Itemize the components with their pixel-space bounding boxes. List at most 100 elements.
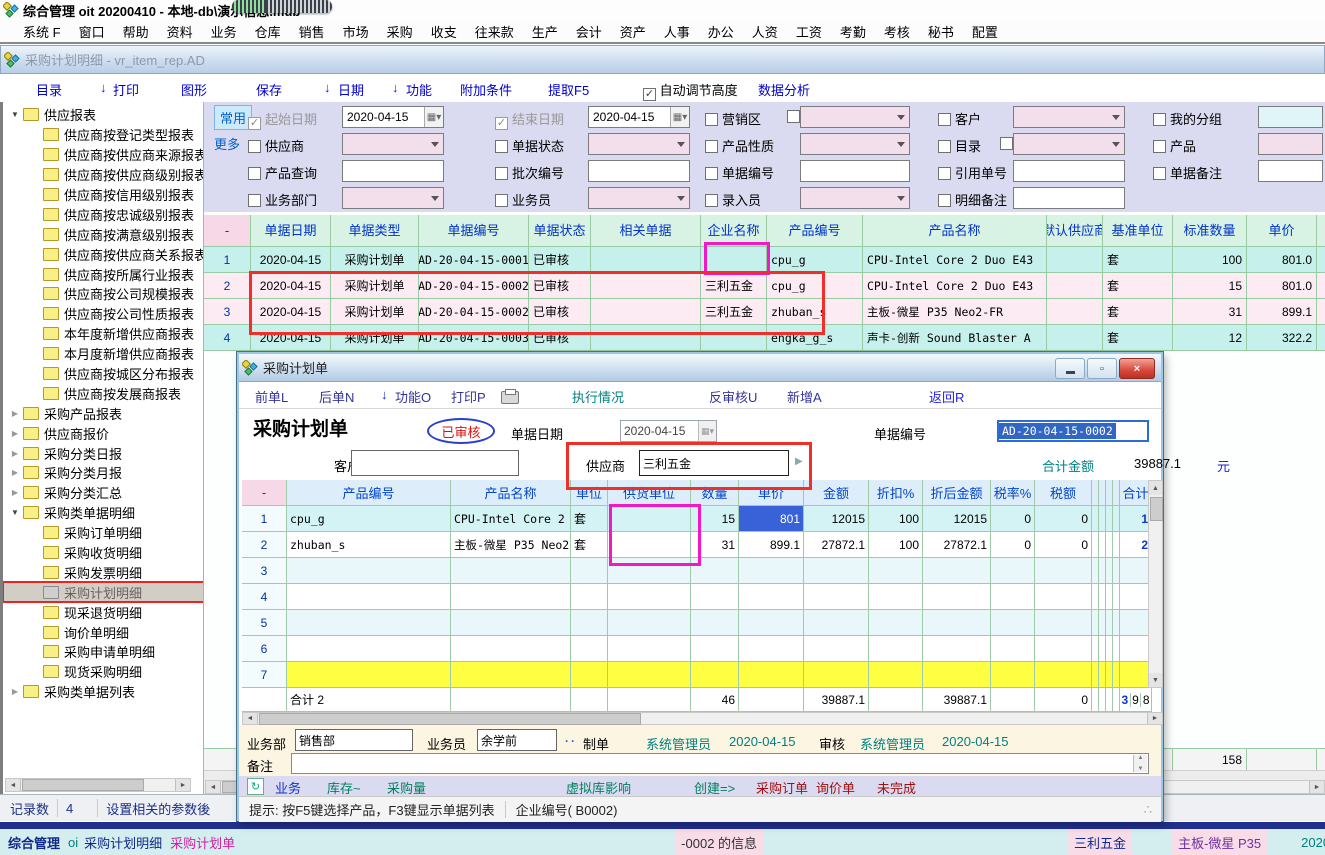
grid-cell[interactable] — [923, 610, 991, 636]
grid-cell[interactable]: 0 — [1035, 506, 1092, 532]
grid-cell[interactable] — [1317, 325, 1325, 351]
filter-checkbox[interactable] — [938, 194, 951, 207]
grid-cell[interactable] — [691, 584, 739, 610]
grid-cell[interactable] — [451, 584, 571, 610]
scroll-up-icon[interactable]: ▲ — [1149, 481, 1162, 495]
grid-cell[interactable]: 声卡-创新 Sound Blaster A — [863, 325, 1047, 351]
grid-cell[interactable] — [991, 558, 1035, 584]
date-button[interactable]: 日期 — [338, 80, 364, 99]
grid-cell[interactable]: 12015 — [923, 506, 991, 532]
inquiry-link[interactable]: 询价单 — [816, 778, 855, 797]
grid-cell[interactable]: 套 — [1103, 299, 1173, 325]
func-button[interactable]: 功能O — [395, 387, 431, 406]
dialog-vscrollbar[interactable]: ▲▼ — [1148, 480, 1163, 688]
grid-cell[interactable] — [287, 662, 451, 688]
grid-cell[interactable] — [591, 325, 701, 351]
column-header[interactable] — [1113, 480, 1120, 506]
tree-hscrollbar-thumb[interactable] — [22, 779, 144, 791]
taskbar-app[interactable]: 综合管理 — [8, 833, 60, 852]
grid-cell[interactable] — [739, 584, 804, 610]
grid-cell[interactable]: 已审核 — [529, 325, 591, 351]
grid-cell[interactable] — [1092, 532, 1099, 558]
scroll-down-icon[interactable]: ▼ — [1149, 673, 1162, 687]
grid-cell[interactable] — [571, 636, 608, 662]
tab-common[interactable]: 常用 — [214, 105, 252, 130]
auto-height-checkbox[interactable]: ✓ 自动调节高度 — [643, 80, 738, 101]
column-header[interactable] — [1106, 480, 1113, 506]
column-header[interactable]: 单据日期 — [251, 215, 331, 247]
column-header[interactable]: 数量 — [691, 480, 739, 506]
tree-item[interactable]: ▼供应报表 — [3, 105, 203, 125]
menu-item[interactable]: 市场 — [334, 22, 378, 41]
grid-cell[interactable] — [1035, 610, 1092, 636]
column-header[interactable] — [1317, 215, 1325, 247]
doc-date-field[interactable]: 2020-04-15 ▦▾ — [620, 420, 717, 442]
column-header[interactable]: 供货单位 — [608, 480, 691, 506]
grid-cell[interactable]: 4 — [242, 584, 287, 610]
filter-field-customer[interactable] — [1013, 106, 1125, 128]
menu-item[interactable]: 考核 — [875, 22, 919, 41]
filter-checkbox[interactable]: ✓ — [495, 117, 508, 130]
grid-cell[interactable] — [1106, 506, 1113, 532]
filter-field-my-group[interactable] — [1258, 106, 1323, 128]
filter-checkbox[interactable] — [705, 113, 718, 126]
tree-item[interactable]: 供应商按满意级别报表 — [3, 224, 203, 244]
grid-cell[interactable] — [1092, 610, 1099, 636]
grid-cell[interactable] — [701, 325, 767, 351]
grid-cell[interactable]: AD-20-04-15-0002 — [419, 273, 529, 299]
grid-cell[interactable]: AD-20-04-15-0003 — [419, 325, 529, 351]
column-header[interactable] — [1099, 480, 1106, 506]
tree-item[interactable]: 供应商按所属行业报表 — [3, 264, 203, 284]
chevron-down-icon[interactable] — [893, 188, 909, 208]
grid-cell[interactable] — [571, 558, 608, 584]
grid-cell[interactable] — [691, 558, 739, 584]
grid-cell[interactable] — [571, 584, 608, 610]
column-header[interactable]: 基准单位 — [1103, 215, 1173, 247]
tree-item[interactable]: ▶采购分类月报 — [3, 463, 203, 483]
menu-item[interactable]: 资产 — [611, 22, 655, 41]
menu-item[interactable]: 窗口 — [70, 22, 114, 41]
filter-field-catalog[interactable] — [1013, 133, 1125, 155]
column-header[interactable]: 单价 — [1247, 215, 1317, 247]
close-button[interactable]: × — [1119, 358, 1155, 379]
grid-cell[interactable]: 2020-04-15 — [251, 325, 331, 351]
tree-item[interactable]: 采购申请单明细 — [3, 642, 203, 662]
tree-item[interactable]: 本月度新增供应商报表 — [3, 344, 203, 364]
grid-cell[interactable] — [739, 558, 804, 584]
filter-field-product[interactable] — [1258, 133, 1323, 155]
grid-cell[interactable]: 801.0 — [1247, 247, 1317, 273]
grid-cell[interactable] — [1047, 273, 1103, 299]
column-header[interactable]: 单据编号 — [419, 215, 529, 247]
grid-cell[interactable] — [1106, 610, 1113, 636]
menu-item[interactable]: 工资 — [787, 22, 831, 41]
menu-item[interactable]: 系统 F — [14, 22, 70, 41]
grid-cell[interactable]: 5 — [242, 610, 287, 636]
filter-field-doc-no[interactable] — [800, 160, 910, 182]
grid-cell[interactable] — [923, 584, 991, 610]
grid-cell[interactable]: 套 — [1103, 273, 1173, 299]
grid-cell[interactable] — [451, 662, 571, 688]
menu-item[interactable]: 人事 — [655, 22, 699, 41]
grid-cell[interactable] — [991, 584, 1035, 610]
grid-cell[interactable]: 100 — [869, 506, 923, 532]
exec-status-button[interactable]: 执行情况 — [572, 387, 624, 406]
filter-field-dept[interactable] — [342, 187, 444, 209]
next-doc-button[interactable]: 后单N — [319, 387, 354, 406]
column-header[interactable]: 产品名称 — [451, 480, 571, 506]
grid-cell[interactable] — [804, 584, 869, 610]
filter-checkbox[interactable] — [248, 140, 261, 153]
scroll-right-icon[interactable]: ► — [1147, 713, 1162, 724]
tree-hscrollbar[interactable]: ◄ ► — [5, 778, 191, 792]
scroll-left-icon[interactable]: ◄ — [243, 713, 258, 724]
filter-extra-checkbox[interactable] — [1000, 137, 1013, 150]
printer-icon[interactable] — [501, 391, 519, 404]
grid-cell[interactable] — [1092, 584, 1099, 610]
chevron-right-icon[interactable]: ▶ — [7, 409, 23, 418]
grid-cell[interactable]: cpu_g — [767, 273, 863, 299]
grid-cell[interactable] — [691, 610, 739, 636]
tree-item[interactable]: 本年度新增供应商报表 — [3, 324, 203, 344]
grid-cell[interactable] — [869, 558, 923, 584]
grid-cell[interactable]: 三利五金 — [701, 273, 767, 299]
filter-checkbox[interactable] — [248, 194, 261, 207]
grid-cell[interactable] — [1092, 558, 1099, 584]
